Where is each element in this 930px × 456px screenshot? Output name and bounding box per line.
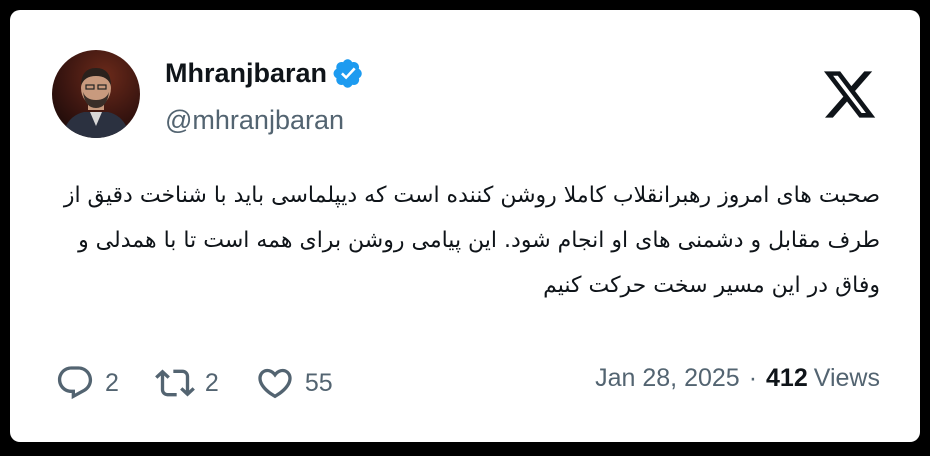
avatar[interactable] — [52, 50, 140, 138]
like-count: 55 — [304, 368, 333, 397]
views-label: Views — [813, 364, 880, 392]
reply-count: 2 — [105, 368, 119, 397]
x-logo-icon[interactable] — [821, 66, 878, 123]
reply-button[interactable]: 2 — [55, 363, 119, 403]
tweet-date[interactable]: Jan 28, 2025 — [595, 364, 740, 393]
reply-icon — [57, 366, 93, 400]
tweet-text: صحبت های امروز رهبرانقلاب کاملا روشن کنن… — [63, 183, 880, 298]
views-count: 412 — [766, 364, 808, 392]
author-name-row[interactable]: Mhranjbaran — [165, 58, 364, 89]
verified-badge-icon — [333, 58, 364, 89]
repost-button[interactable]: 2 — [155, 363, 219, 403]
action-bar: 2 2 55 — [55, 363, 369, 403]
heart-icon — [258, 368, 292, 399]
meta-separator: · — [748, 364, 758, 392]
repost-icon — [155, 369, 195, 397]
tweet-meta: Jan 28, 2025 · 412 Views — [595, 364, 880, 393]
like-button[interactable]: 55 — [255, 363, 333, 403]
tweet-card: Mhranjbaran @mhranjbaran صحبت های امروز … — [10, 10, 920, 442]
author-name[interactable]: Mhranjbaran — [165, 58, 327, 89]
repost-count: 2 — [204, 368, 219, 397]
author-handle[interactable]: @mhranjbaran — [165, 105, 344, 136]
